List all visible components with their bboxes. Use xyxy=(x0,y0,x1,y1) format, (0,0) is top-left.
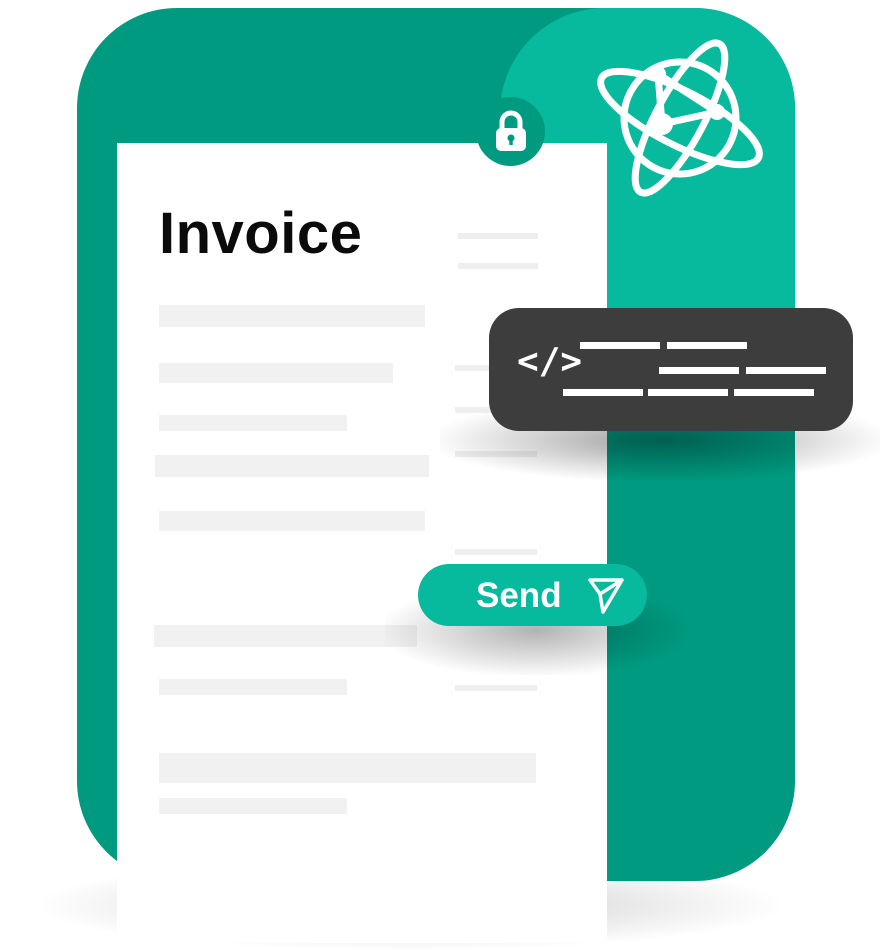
invoice-title: Invoice xyxy=(159,201,363,266)
send-button[interactable]: Send xyxy=(418,564,647,626)
placeholder-line xyxy=(154,625,417,647)
placeholder-line xyxy=(458,233,538,239)
code-line xyxy=(580,342,660,349)
placeholder-line xyxy=(159,511,425,531)
lock-badge xyxy=(476,97,545,166)
send-button-label: Send xyxy=(476,576,562,615)
placeholder-line xyxy=(159,679,347,695)
code-line xyxy=(648,389,728,396)
placeholder-line xyxy=(455,685,537,691)
code-line xyxy=(563,389,643,396)
placeholder-line xyxy=(159,363,393,383)
invoice-document: Invoice xyxy=(117,143,607,943)
placeholder-line xyxy=(159,305,425,327)
paper-plane-icon xyxy=(588,578,624,614)
placeholder-line xyxy=(455,549,537,555)
code-card: </> xyxy=(489,308,853,431)
placeholder-line xyxy=(458,263,538,269)
code-line xyxy=(659,367,739,374)
code-line xyxy=(734,389,814,396)
code-line xyxy=(667,342,747,349)
lock-icon xyxy=(496,110,526,151)
code-line xyxy=(746,367,826,374)
placeholder-line xyxy=(155,455,429,477)
placeholder-line xyxy=(159,753,536,783)
globe-network-icon xyxy=(592,14,772,198)
placeholder-line xyxy=(159,415,347,431)
code-brackets-icon: </> xyxy=(517,341,583,382)
placeholder-line xyxy=(159,798,347,814)
